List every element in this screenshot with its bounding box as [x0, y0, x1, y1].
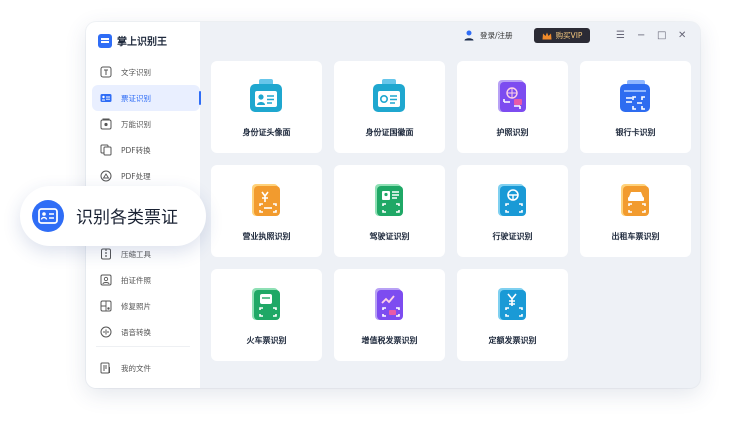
sidebar-item-label: 票证识别 [121, 93, 151, 103]
train-ticket-icon [248, 286, 284, 326]
card-business-license[interactable]: 营业执照识别 [211, 165, 322, 257]
sidebar-item-label: 修复照片 [121, 301, 151, 311]
sidebar-item-label: 拍证件照 [121, 275, 151, 285]
card-label: 火车票识别 [246, 336, 287, 345]
card-taxi-receipt[interactable]: 出租车票识别 [580, 165, 691, 257]
sidebar-item-label: 万能识别 [121, 119, 151, 129]
sidebar-item-id-photo[interactable]: 拍证件照 [92, 267, 200, 293]
card-id-portrait[interactable]: 身份证头像面 [211, 61, 322, 153]
card-driver-license[interactable]: 驾驶证识别 [334, 165, 445, 257]
sidebar-item-voice-convert[interactable]: 语音转换 [92, 319, 200, 345]
card-label: 营业执照识别 [242, 232, 291, 241]
card-vat-invoice[interactable]: 增值税发票识别 [334, 269, 445, 361]
passport-icon [494, 78, 530, 118]
sidebar-item-label: 语音转换 [121, 327, 151, 337]
vehicle-license-icon [494, 182, 530, 222]
id-photo-icon [100, 274, 112, 286]
sidebar-item-label: 我的文件 [121, 363, 151, 373]
maximize-icon[interactable]: □ [657, 28, 666, 43]
card-label: 增值税发票识别 [361, 336, 418, 345]
top-bar: 登录/注册 购买VIP ☰ − □ ✕ [200, 22, 700, 52]
voice-convert-icon [100, 326, 112, 338]
crown-icon [542, 32, 552, 40]
card-vehicle-license[interactable]: 行驶证识别 [457, 165, 568, 257]
login-label: 登录/注册 [480, 31, 513, 40]
sidebar-item-universal-recognition[interactable]: 万能识别 [92, 111, 200, 137]
sidebar-item-label: 压缩工具 [121, 249, 151, 259]
compress-icon [100, 248, 112, 260]
card-label: 出租车票识别 [611, 232, 660, 241]
sidebar-item-label: 文字识别 [121, 67, 151, 77]
callout-badge [32, 200, 64, 232]
card-quota-invoice[interactable]: 定额发票识别 [457, 269, 568, 361]
sidebar-divider [96, 346, 190, 347]
vip-label: 购买VIP [555, 31, 583, 40]
feature-callout: 识别各类票证 [20, 186, 206, 246]
sidebar-item-pdf-convert[interactable]: PDF转换 [92, 137, 200, 163]
app-name: 掌上识别王 [117, 37, 167, 48]
text-recognize-icon [100, 66, 112, 78]
card-label: 驾驶证识别 [369, 232, 410, 241]
quota-invoice-icon [494, 286, 530, 326]
pdf-convert-icon [100, 144, 112, 156]
photo-repair-icon [100, 300, 112, 312]
card-id-icon [100, 92, 112, 104]
id-card-icon [38, 208, 58, 224]
card-label: 护照识别 [496, 128, 529, 137]
login-link[interactable]: 登录/注册 [464, 30, 513, 41]
card-label: 身份证头像面 [242, 128, 291, 137]
close-icon[interactable]: ✕ [678, 28, 686, 43]
callout-label: 识别各类票证 [76, 208, 178, 228]
brand: 掌上识别王 [98, 33, 167, 48]
card-label: 银行卡识别 [615, 128, 656, 137]
sidebar-item-my-files[interactable]: 我的文件 [100, 362, 151, 374]
sidebar-item-label: PDF处理 [121, 171, 151, 181]
driver-license-icon [371, 182, 407, 222]
business-license-icon [248, 182, 284, 222]
id-card-portrait-icon [248, 78, 284, 118]
card-id-emblem[interactable]: 身份证国徽面 [334, 61, 445, 153]
sidebar-item-label: PDF转换 [121, 145, 151, 155]
bank-card-icon [617, 78, 653, 118]
camera-icon [100, 118, 112, 130]
buy-vip-button[interactable]: 购买VIP [534, 28, 590, 43]
card-train-ticket[interactable]: 火车票识别 [211, 269, 322, 361]
vat-invoice-icon [371, 286, 407, 326]
taxi-receipt-icon [617, 182, 653, 222]
app-logo-icon [98, 33, 112, 48]
card-passport[interactable]: 护照识别 [457, 61, 568, 153]
menu-icon[interactable]: ☰ [616, 28, 625, 43]
user-icon [464, 30, 474, 41]
sidebar-item-card-recognition[interactable]: 票证识别 [92, 85, 201, 111]
card-label: 行驶证识别 [492, 232, 533, 241]
sidebar-item-text-recognition[interactable]: 文字识别 [92, 59, 200, 85]
pdf-process-icon [100, 170, 112, 182]
sidebar-item-photo-repair[interactable]: 修复照片 [92, 293, 200, 319]
folder-icon [100, 362, 112, 374]
card-label: 定额发票识别 [488, 336, 537, 345]
card-bank[interactable]: 银行卡识别 [580, 61, 691, 153]
card-label: 身份证国徽面 [365, 128, 414, 137]
id-card-emblem-icon [371, 78, 407, 118]
minimize-icon[interactable]: − [637, 28, 645, 43]
